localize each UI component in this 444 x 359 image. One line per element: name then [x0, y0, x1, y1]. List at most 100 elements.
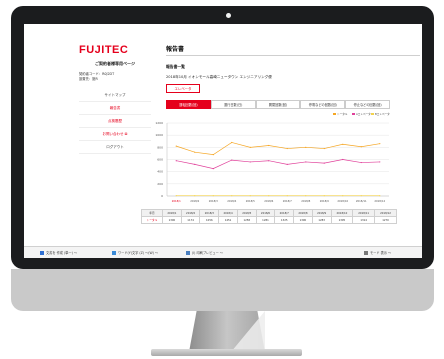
data-point: [268, 195, 270, 197]
tab-run-days[interactable]: 運行日数(日): [210, 100, 256, 109]
data-point: [249, 195, 251, 197]
table-cell: トータル: [140, 216, 164, 224]
data-point: [249, 146, 251, 148]
x-tick-label: 2018/4: [227, 199, 236, 203]
monitor-chin: [11, 269, 434, 311]
table-header-cell: 2018/8: [293, 209, 313, 217]
metric-tabs: 運転回数(回) 運行日数(日) 開閉回数(回) 停電などの回数(回) 停止などの…: [166, 100, 390, 109]
x-tick-label: 2018/10: [337, 199, 348, 203]
data-point: [249, 161, 251, 163]
webcam-dot: [226, 13, 231, 18]
taskbar-item-1[interactable]: 文書を 作成 (単一) ～: [40, 250, 77, 255]
legend-swatch: [352, 113, 355, 115]
data-point: [194, 195, 196, 197]
taskbar-item-3[interactable]: (I) 印刷プレビュー ～: [186, 250, 223, 255]
data-point: [342, 158, 344, 161]
data-point: [379, 143, 381, 145]
printer-icon: [112, 251, 116, 255]
data-point: [231, 195, 233, 197]
taskbar-item-2[interactable]: ワード(Y)文字 (Z) ～(W) ～: [112, 250, 158, 255]
data-point: [231, 141, 233, 144]
table-header-cell: 2018/1: [162, 209, 182, 217]
table-header-cell: 2018/4: [218, 209, 238, 217]
y-tick-label: 1200: [155, 121, 163, 125]
data-point: [305, 146, 307, 148]
table-header-cell: 2018/6: [255, 209, 276, 217]
series-line-1: [176, 159, 380, 169]
table-cell: 1056: [199, 216, 220, 224]
table-header-cell: 2018/7: [274, 209, 295, 217]
y-tick-label: 800: [157, 145, 163, 149]
data-point: [175, 145, 177, 147]
user-location: 設置先：施R: [79, 77, 98, 81]
sidebar-item-sitemap[interactable]: サイトマップ: [79, 90, 151, 102]
table-cell: 1314: [352, 216, 376, 224]
table-header-cell: 2018/3: [199, 209, 220, 217]
zoom-icon: [364, 251, 368, 255]
section-title: 報告書一覧: [166, 64, 185, 69]
x-tick-label: 2018/11: [356, 199, 367, 203]
data-point: [194, 151, 196, 153]
table-header-cell: 年月: [140, 209, 164, 217]
x-tick-label: 2018/12: [374, 199, 385, 203]
table-header-cell: 2018/5: [236, 209, 257, 217]
y-tick-label: 600: [157, 158, 163, 162]
y-tick-label: 0: [161, 194, 163, 198]
table-header-cell: 2018/10: [330, 209, 354, 217]
data-point: [212, 195, 214, 197]
table-cell: 1300: [162, 216, 182, 224]
data-point: [323, 162, 325, 164]
x-tick-label: 2018/5: [246, 199, 255, 203]
document-icon: [186, 251, 190, 255]
tab-elevator[interactable]: エレベータ: [166, 84, 200, 93]
data-point: [268, 144, 270, 147]
tab-run-count[interactable]: 運転回数(回): [166, 100, 211, 109]
table-cell: 1174: [180, 216, 201, 224]
title-divider: [166, 55, 420, 56]
y-tick-label: 200: [157, 182, 163, 186]
data-point: [360, 161, 362, 164]
x-tick-label: 2018/8: [301, 199, 310, 203]
tab-power-outage-count[interactable]: 停電などの回数(回): [300, 100, 346, 109]
data-point: [268, 160, 270, 162]
data-table: 年月 2018/1 2018/2 2018/3 2018/4 2018/5 2018/6 20…: [140, 209, 397, 224]
data-point: [323, 195, 325, 197]
data-point: [212, 168, 214, 170]
data-point: [286, 163, 288, 165]
table-header-cell: 2018/9: [311, 209, 332, 217]
data-point: [342, 195, 344, 197]
table-cell: 1395: [330, 216, 354, 224]
legend-entry: Aエレベータ: [356, 112, 371, 116]
report-description: 2018年10月 イオンモール高崎ニュータウン エンジニアリング便: [166, 75, 272, 79]
table-cell: 1451: [218, 216, 238, 224]
taskbar-item-4[interactable]: モード 表示 ～: [364, 250, 391, 255]
table-cell: 1390: [293, 216, 313, 224]
data-point: [379, 195, 381, 197]
tab-door-count[interactable]: 開閉回数(回): [255, 100, 301, 109]
series-line-0: [176, 142, 380, 155]
data-point: [342, 143, 344, 145]
y-tick-label: 1000: [155, 133, 163, 137]
sidebar-title: ご契約者様専用ページ: [95, 61, 135, 66]
table-cell: 1270: [374, 216, 397, 224]
table-cell: 1325: [274, 216, 295, 224]
table-header-cell: 2018/11: [352, 209, 376, 217]
table-header-cell: 2018/12: [374, 209, 397, 217]
flag-icon: [40, 251, 44, 255]
x-tick-label: 2018/1: [172, 199, 181, 203]
data-point: [175, 195, 177, 197]
data-point: [286, 195, 288, 197]
brand-logo[interactable]: FUJITEC: [79, 44, 128, 56]
data-point: [305, 161, 307, 163]
x-tick-label: 2018/3: [209, 199, 218, 203]
tab-stop-count[interactable]: 停止などの回数(回): [345, 100, 390, 109]
legend-entry: Bエレベータ: [375, 112, 390, 116]
user-info: 契約者コード：R0J2DT 設置先：施R: [79, 72, 114, 82]
data-point: [323, 147, 325, 150]
x-tick-label: 2018/7: [283, 199, 292, 203]
data-point: [305, 195, 307, 197]
data-point: [194, 163, 196, 165]
taskbar: 文書を 作成 (単一) ～ ワード(Y)文字 (Z) ～(W) ～ (I) 印刷…: [24, 246, 422, 258]
y-tick-label: 400: [157, 170, 163, 174]
legend-entry: トータル: [337, 112, 348, 116]
